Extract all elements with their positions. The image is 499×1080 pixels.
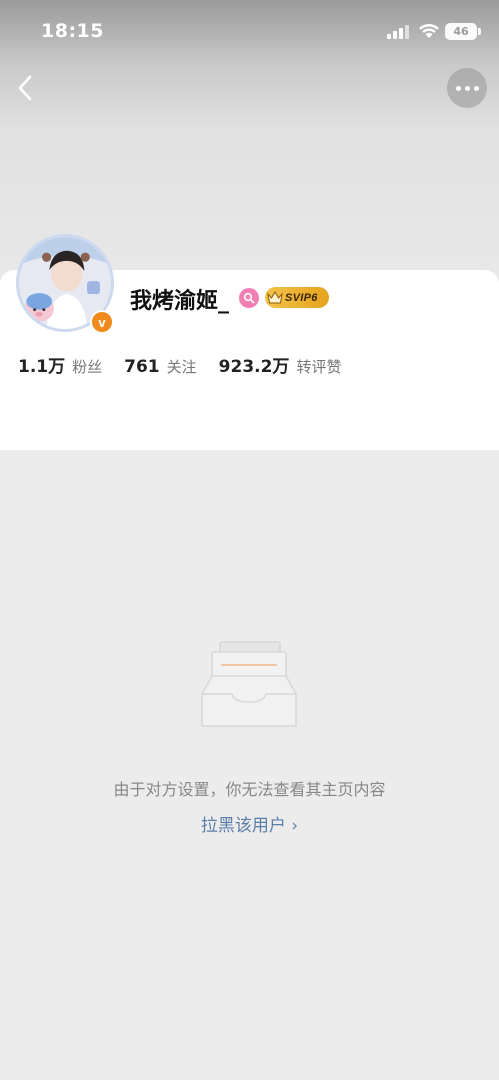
stat-value: 1.1万 bbox=[18, 357, 66, 377]
avatar-container[interactable]: v bbox=[14, 226, 116, 336]
battery-level: 46 bbox=[453, 25, 469, 38]
signal-icon bbox=[387, 25, 409, 39]
verified-badge-icon: v bbox=[90, 310, 114, 334]
svip-badge[interactable]: SVIP6 bbox=[265, 287, 329, 308]
stat-following[interactable]: 761 关注 bbox=[124, 356, 197, 377]
lens-icon[interactable] bbox=[239, 288, 259, 308]
stat-label: 关注 bbox=[166, 358, 197, 376]
wifi-icon bbox=[419, 23, 439, 38]
block-user-link[interactable]: 拉黑该用户 › bbox=[0, 811, 499, 836]
status-time: 18:15 bbox=[41, 20, 104, 42]
username: 我烤渝姬_ bbox=[130, 289, 230, 314]
stat-value: 761 bbox=[124, 357, 160, 377]
back-chevron-icon bbox=[18, 75, 32, 101]
stat-interactions[interactable]: 923.2万 转评赞 bbox=[219, 352, 342, 377]
back-button[interactable] bbox=[10, 70, 40, 106]
crown-icon bbox=[265, 288, 285, 308]
battery-icon: 46 bbox=[445, 23, 481, 40]
more-options-button[interactable] bbox=[447, 68, 487, 108]
more-dots-icon bbox=[455, 85, 461, 91]
stat-label: 粉丝 bbox=[72, 358, 103, 376]
stat-value: 923.2万 bbox=[218, 357, 290, 377]
stat-followers[interactable]: 1.1万 粉丝 bbox=[18, 352, 102, 377]
stat-label: 转评赞 bbox=[296, 358, 342, 376]
empty-state-message: 由于对方设置，你无法查看其主页内容 bbox=[113, 780, 386, 799]
empty-inbox-icon bbox=[201, 641, 297, 727]
svip-label: SVIP6 bbox=[285, 291, 318, 304]
profile-stats: 1.1万 粉丝 761 关注 923.2万 转评赞 bbox=[18, 352, 363, 377]
